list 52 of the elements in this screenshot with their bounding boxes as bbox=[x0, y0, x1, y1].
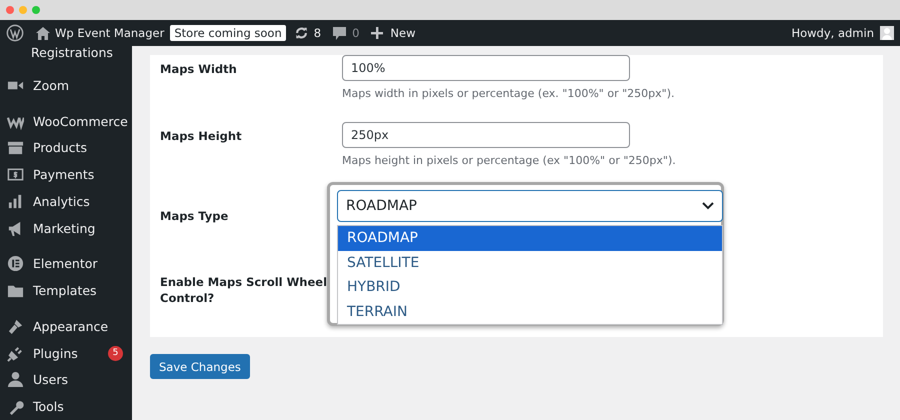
menu-link[interactable]: Templates bbox=[33, 283, 97, 298]
close-window-dot[interactable] bbox=[6, 6, 14, 14]
menu-link[interactable]: Users bbox=[33, 372, 68, 388]
field-label: Enable Maps Scroll Wheel Control? bbox=[160, 274, 328, 306]
refresh-icon[interactable] bbox=[294, 26, 309, 40]
submenu-link[interactable]: Registrations bbox=[31, 46, 113, 60]
field-description: Maps width in pixels or percentage (ex. "100%" or "250px"). bbox=[342, 87, 676, 100]
field-label: Maps Width bbox=[160, 61, 238, 77]
field-label: Maps Height bbox=[160, 128, 243, 144]
store-status-badge[interactable]: Store coming soon bbox=[170, 25, 286, 41]
menu-link[interactable]: WooCommerce bbox=[33, 114, 128, 129]
menu-link[interactable]: Tools bbox=[33, 399, 64, 414]
field-description: Maps height in pixels or percentage (ex "100%" or "250px"). bbox=[342, 154, 677, 167]
updates-count[interactable]: 8 bbox=[314, 26, 322, 40]
new-content-link[interactable]: New bbox=[390, 26, 416, 40]
menu-link[interactable]: Marketing bbox=[33, 220, 96, 236]
text-field[interactable]: 250px bbox=[342, 122, 630, 148]
plus-icon[interactable] bbox=[371, 27, 384, 39]
wordpress-logo-icon[interactable] bbox=[6, 24, 24, 42]
elementor-logo-icon bbox=[7, 255, 24, 272]
menu-link[interactable]: Analytics bbox=[33, 194, 90, 209]
dropdown-option[interactable]: HYBRID bbox=[338, 275, 722, 300]
plug-icon bbox=[7, 344, 24, 362]
maximize-window-dot[interactable] bbox=[32, 6, 40, 14]
user-icon bbox=[7, 371, 24, 388]
select-field[interactable]: ROADMAP bbox=[337, 190, 723, 222]
field-label: Maps Type bbox=[160, 208, 230, 225]
paintbrush-icon bbox=[7, 318, 24, 335]
chevron-down-icon bbox=[702, 202, 714, 210]
menu-link[interactable]: Payments bbox=[33, 167, 94, 182]
menu-link[interactable]: Plugins bbox=[33, 346, 78, 361]
select-value: ROADMAP bbox=[346, 198, 417, 214]
bar-chart-icon bbox=[7, 192, 24, 210]
menu-link[interactable]: Zoom bbox=[33, 78, 70, 93]
save-changes-button[interactable]: Save Changes bbox=[150, 354, 250, 379]
dollar-note-icon bbox=[7, 166, 24, 184]
menu-link[interactable]: Elementor bbox=[33, 256, 98, 272]
menu-link[interactable]: Appearance bbox=[33, 318, 108, 334]
site-name-link[interactable]: Wp Event Manager bbox=[55, 26, 164, 40]
archive-box-icon bbox=[7, 139, 24, 156]
comments-count[interactable]: 0 bbox=[352, 26, 360, 40]
dropdown-option[interactable]: TERRAIN bbox=[338, 300, 722, 324]
wrench-icon bbox=[7, 398, 24, 416]
comment-icon[interactable] bbox=[333, 26, 346, 40]
text-field[interactable]: 100% bbox=[342, 55, 630, 81]
menu-link[interactable]: Products bbox=[33, 140, 87, 156]
greeting-link[interactable]: Howdy, admin bbox=[791, 26, 874, 40]
dropdown-option[interactable]: ROADMAP bbox=[338, 226, 722, 250]
minimize-window-dot[interactable] bbox=[19, 6, 27, 14]
update-count-badge: 5 bbox=[108, 346, 123, 361]
home-icon[interactable] bbox=[36, 26, 50, 40]
dropdown-option[interactable]: SATELLITE bbox=[338, 250, 722, 275]
